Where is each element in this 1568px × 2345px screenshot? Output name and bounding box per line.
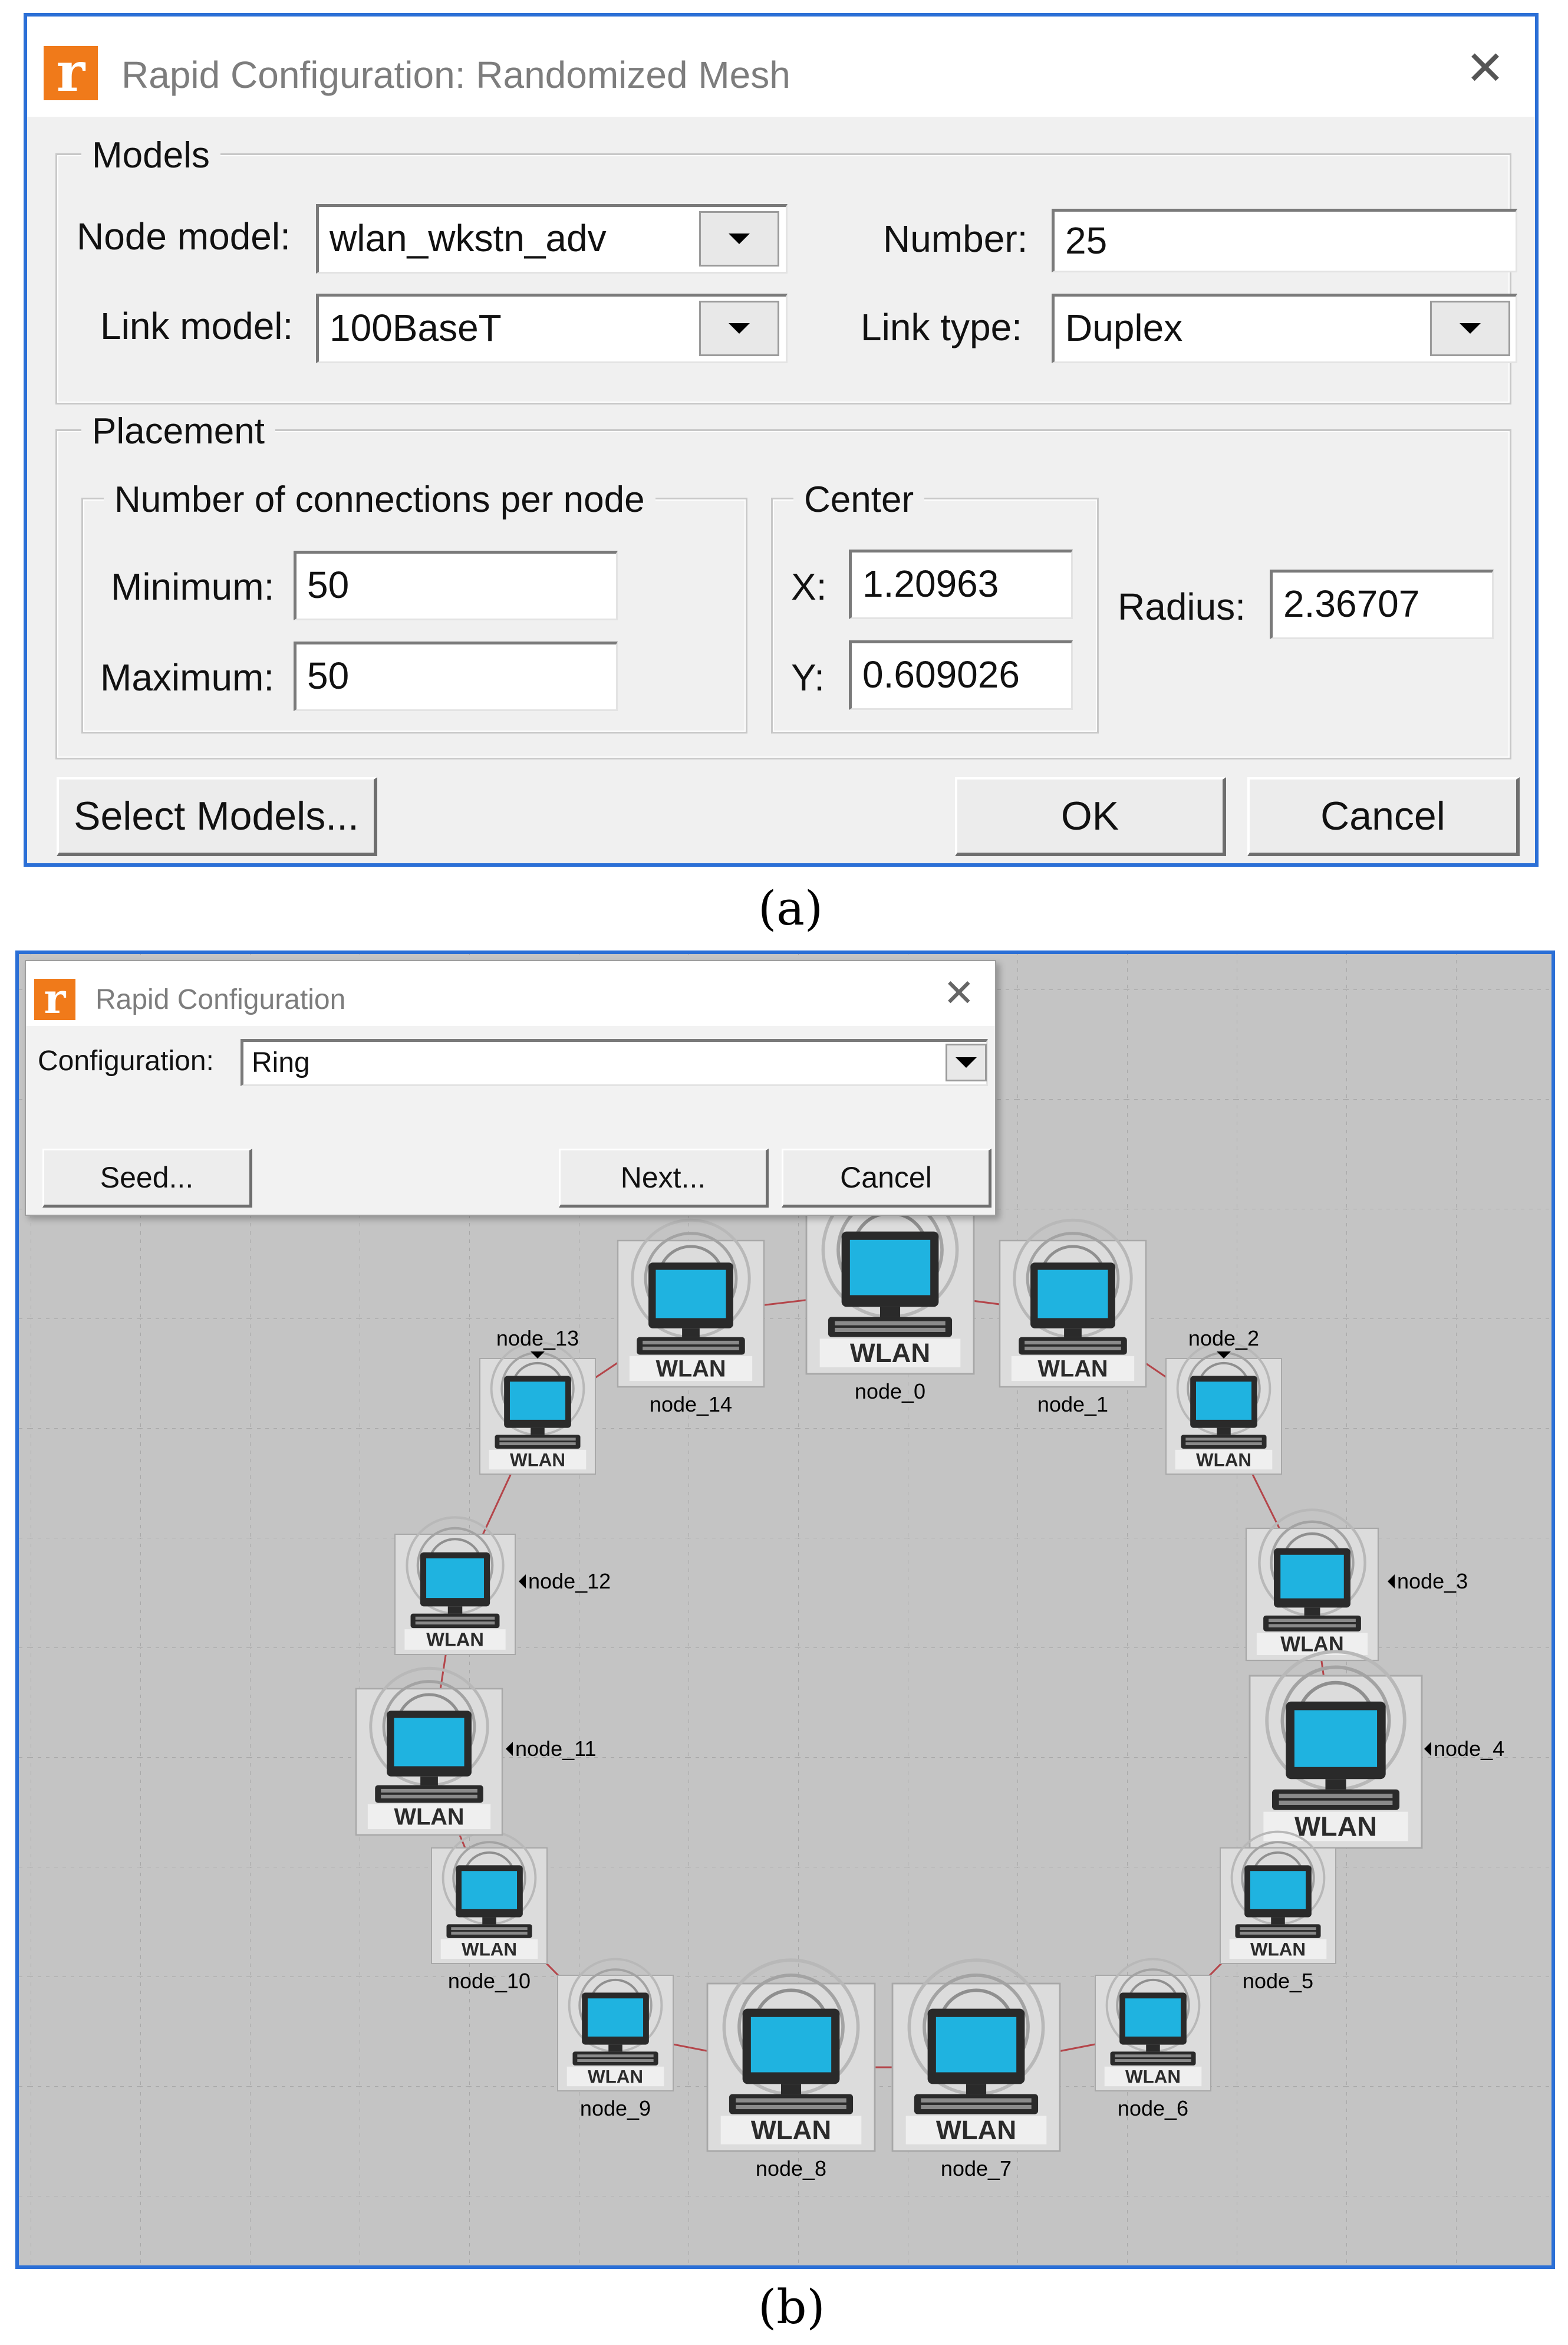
- configuration-dropdown-button[interactable]: [946, 1044, 987, 1081]
- configuration-select[interactable]: Ring: [241, 1039, 988, 1086]
- wlan-node-node-14[interactable]: node_14: [618, 1220, 764, 1416]
- node-label: node_9: [580, 2096, 651, 2120]
- maximum-value: 50: [307, 655, 350, 697]
- wlan-workstation-icon[interactable]: [556, 1958, 674, 2092]
- link-type-value: Duplex: [1065, 307, 1183, 349]
- link-model-dropdown-button[interactable]: [699, 301, 779, 356]
- node-label: node_3: [1397, 1569, 1468, 1593]
- connections-group-label: Number of connections per node: [104, 479, 655, 521]
- node-label: node_11: [515, 1736, 596, 1761]
- wlan-workstation-icon[interactable]: [430, 1830, 548, 1965]
- node-model-value: wlan_wkstn_adv: [330, 217, 607, 259]
- caption-a: (a): [758, 881, 823, 936]
- wlan-node-node-13[interactable]: node_13: [479, 1326, 597, 1475]
- link-model-label: Link model:: [100, 305, 294, 347]
- minimum-field[interactable]: 50: [294, 551, 618, 620]
- next-button[interactable]: Next...: [559, 1149, 769, 1208]
- node-label: node_1: [1037, 1392, 1108, 1416]
- wlan-node-node-7[interactable]: node_7: [892, 1960, 1060, 2180]
- app-icon: r: [34, 974, 75, 1023]
- number-field[interactable]: 25: [1052, 209, 1517, 272]
- cancel-button[interactable]: Cancel: [1247, 777, 1520, 856]
- models-group: [55, 153, 1511, 404]
- wlan-workstation-icon[interactable]: [618, 1220, 764, 1387]
- node-label: node_8: [756, 2156, 826, 2180]
- node-label: node_0: [855, 1379, 925, 1403]
- link-type-label: Link type:: [861, 306, 1022, 348]
- rapid-configuration-dialog: r Rapid Configuration ✕ Configuration: R…: [25, 960, 996, 1216]
- wlan-node-node-0[interactable]: node_0: [806, 1183, 974, 1403]
- seed-button[interactable]: Seed...: [42, 1149, 252, 1208]
- wlan-workstation-icon[interactable]: [1250, 1652, 1422, 1848]
- wlan-workstation-icon[interactable]: [892, 1960, 1060, 2151]
- close-icon[interactable]: ✕: [1465, 45, 1505, 92]
- wlan-node-node-8[interactable]: node_8: [707, 1960, 875, 2180]
- models-group-label: Models: [81, 134, 220, 176]
- node-label: node_5: [1243, 1969, 1313, 1993]
- center-y-value: 0.609026: [862, 653, 1020, 696]
- minimum-label: Minimum:: [111, 565, 275, 608]
- wlan-workstation-icon[interactable]: [479, 1341, 597, 1475]
- link-type-dropdown-button[interactable]: [1430, 301, 1510, 356]
- ok-button[interactable]: OK: [955, 777, 1226, 856]
- caption-b: (b): [758, 2280, 825, 2334]
- minimum-value: 50: [307, 564, 350, 606]
- node-label: node_12: [528, 1569, 611, 1593]
- maximum-label: Maximum:: [100, 656, 275, 699]
- link-model-value: 100BaseT: [330, 307, 502, 349]
- number-value: 25: [1065, 219, 1108, 262]
- center-y-field[interactable]: 0.609026: [849, 640, 1073, 710]
- app-icon: r: [44, 40, 98, 104]
- node-model-dropdown-button[interactable]: [699, 211, 779, 267]
- dialog-title: Rapid Configuration: Randomized Mesh: [121, 54, 790, 96]
- wlan-workstation-icon[interactable]: [1000, 1220, 1146, 1387]
- center-group-label: Center: [793, 479, 925, 521]
- configuration-label: Configuration:: [38, 1045, 214, 1077]
- wlan-workstation-icon[interactable]: [1165, 1341, 1283, 1475]
- node-label: node_14: [650, 1392, 732, 1416]
- wlan-workstation-icon[interactable]: [1219, 1830, 1337, 1965]
- node-label: node_2: [1188, 1326, 1259, 1350]
- configuration-value: Ring: [252, 1047, 310, 1078]
- wlan-workstation-icon[interactable]: [1094, 1958, 1212, 2092]
- dialog-title: Rapid Configuration: [95, 984, 346, 1015]
- cancel-button[interactable]: Cancel: [782, 1149, 991, 1208]
- number-label: Number:: [883, 218, 1028, 260]
- node-label: node_10: [448, 1969, 531, 1993]
- radius-field[interactable]: 2.36707: [1270, 570, 1494, 639]
- center-x-label: X:: [791, 565, 827, 608]
- node-label: node_6: [1118, 2096, 1188, 2120]
- node-label: node_13: [496, 1326, 579, 1350]
- wlan-workstation-icon[interactable]: [1246, 1510, 1378, 1660]
- wlan-workstation-icon[interactable]: [395, 1517, 515, 1655]
- wlan-workstation-icon[interactable]: [707, 1960, 875, 2151]
- radius-label: Radius:: [1118, 586, 1246, 628]
- center-y-label: Y:: [791, 656, 825, 699]
- wlan-node-node-10[interactable]: node_10: [430, 1830, 548, 1993]
- select-models-button[interactable]: Select Models...: [57, 777, 377, 856]
- center-x-field[interactable]: 1.20963: [849, 550, 1073, 619]
- radius-value: 2.36707: [1283, 583, 1420, 625]
- node-model-label: Node model:: [77, 215, 291, 258]
- close-icon[interactable]: ✕: [943, 974, 975, 1012]
- wlan-workstation-icon[interactable]: [356, 1668, 502, 1835]
- maximum-field[interactable]: 50: [294, 642, 618, 711]
- node-label: node_7: [941, 2156, 1012, 2180]
- network-canvas[interactable]: WLAN node_0node_1node_2node_3node_4node_…: [15, 951, 1555, 2269]
- placement-group-label: Placement: [81, 410, 275, 452]
- node-label: node_4: [1434, 1736, 1504, 1761]
- wlan-node-node-1[interactable]: node_1: [1000, 1220, 1146, 1416]
- randomized-mesh-dialog: r Rapid Configuration: Randomized Mesh ✕…: [24, 13, 1539, 867]
- center-x-value: 1.20963: [862, 563, 999, 605]
